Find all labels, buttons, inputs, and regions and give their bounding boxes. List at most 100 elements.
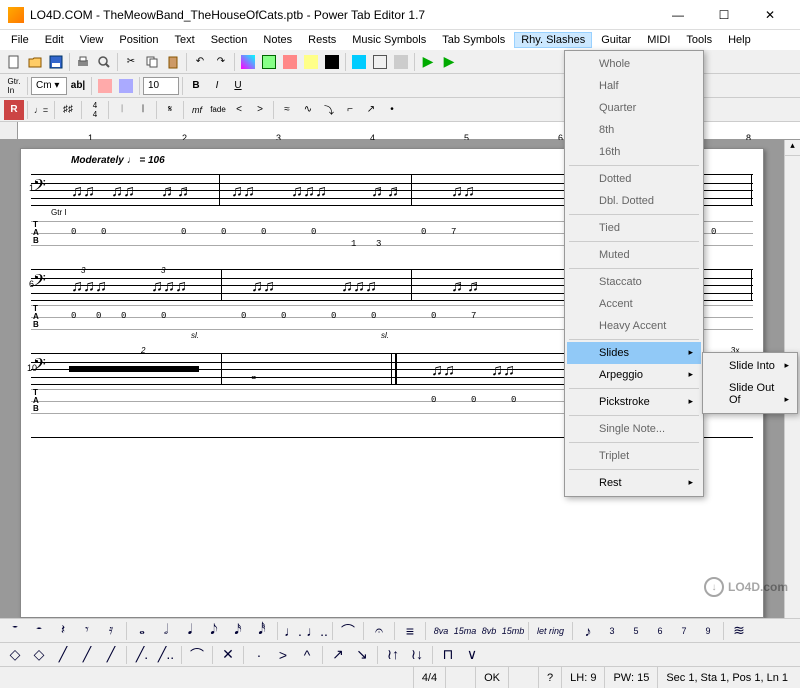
dynamic-mf-button[interactable]: mf <box>187 100 207 120</box>
tuplet7-button[interactable]: 7 <box>673 621 695 641</box>
slash-heavyaccent-button[interactable]: ^ <box>296 645 318 665</box>
tool-f-button[interactable] <box>349 52 369 72</box>
15mb-button[interactable]: 15mb <box>502 621 524 641</box>
dd-half[interactable]: Half <box>567 75 701 97</box>
menu-view[interactable]: View <box>73 32 111 48</box>
sym2-button[interactable]: ∿ <box>298 100 318 120</box>
slash-slide1-button[interactable]: ↗ <box>327 645 349 665</box>
chord-combo[interactable]: Cm ▾ <box>31 77 67 95</box>
menu-tab-symbols[interactable]: Tab Symbols <box>435 32 512 48</box>
double-dotted-button[interactable]: ♩.. <box>306 621 328 641</box>
slash-eighth-button[interactable]: ╱ <box>76 645 98 665</box>
play-from-button[interactable]: ▶ <box>439 52 459 72</box>
eighth-rest-button[interactable]: 𝄾 <box>76 621 98 641</box>
menu-rhy-slashes[interactable]: Rhy. Slashes <box>514 32 592 48</box>
open-button[interactable] <box>25 52 45 72</box>
8va-button[interactable]: 8va <box>430 621 452 641</box>
dd-triplet[interactable]: Triplet <box>567 445 701 467</box>
sixteenth-note-button[interactable]: 𝅘𝅥𝅯 <box>227 621 249 641</box>
tremolo-button[interactable]: ≡ <box>399 621 421 641</box>
save-button[interactable] <box>46 52 66 72</box>
sym3-button[interactable]: ⤵ <box>319 100 339 120</box>
dd-heavy-accent[interactable]: Heavy Accent <box>567 315 701 337</box>
whole-rest-button[interactable]: 𝄻 <box>4 621 26 641</box>
chord-text-button[interactable]: ab| <box>68 76 88 96</box>
timesig-button[interactable]: 44 <box>85 100 105 120</box>
slash-ddotted-button[interactable]: ╱.. <box>155 645 177 665</box>
tool-a-button[interactable] <box>238 52 258 72</box>
slash-slide2-button[interactable]: ↘ <box>351 645 373 665</box>
dd-slides[interactable]: Slides <box>567 342 701 364</box>
close-button[interactable]: ✕ <box>748 1 792 29</box>
barline1-button[interactable]: 𝄀 <box>112 100 132 120</box>
menu-tools[interactable]: Tools <box>679 32 719 48</box>
quarter-rest-button[interactable]: 𝄽 <box>52 621 74 641</box>
font-a-button[interactable] <box>95 76 115 96</box>
scroll-up-button[interactable]: ▴ <box>785 140 800 156</box>
underline-button[interactable]: U <box>228 76 248 96</box>
menu-text[interactable]: Text <box>168 32 202 48</box>
dd-dotted[interactable]: Dotted <box>567 168 701 190</box>
menu-music-symbols[interactable]: Music Symbols <box>345 32 433 48</box>
slash-16th-button[interactable]: ╱ <box>100 645 122 665</box>
slash-arp-up-button[interactable]: ≀↑ <box>382 645 404 665</box>
half-note-button[interactable]: 𝅗𝅥 <box>155 621 177 641</box>
sym6-button[interactable]: • <box>382 100 402 120</box>
slash-mute-button[interactable]: ✕ <box>217 645 239 665</box>
decresc-button[interactable]: > <box>250 100 270 120</box>
half-rest-button[interactable]: 𝄼 <box>28 621 50 641</box>
menu-edit[interactable]: Edit <box>38 32 71 48</box>
tool-g-button[interactable] <box>370 52 390 72</box>
let-ring-button[interactable]: let ring <box>533 621 568 641</box>
bold-button[interactable]: B <box>186 76 206 96</box>
dd-arpeggio[interactable]: Arpeggio <box>567 364 701 386</box>
menu-position[interactable]: Position <box>112 32 165 48</box>
slash-pick-up-button[interactable]: ∨ <box>461 645 483 665</box>
sub-slide-into[interactable]: Slide Into <box>705 355 795 377</box>
minimize-button[interactable]: — <box>656 1 700 29</box>
tool-h-button[interactable] <box>391 52 411 72</box>
menu-rests[interactable]: Rests <box>301 32 343 48</box>
r-button[interactable]: R <box>4 100 24 120</box>
italic-button[interactable]: I <box>207 76 227 96</box>
dd-muted[interactable]: Muted <box>567 244 701 266</box>
tool-b-button[interactable] <box>259 52 279 72</box>
tool-c-button[interactable] <box>280 52 300 72</box>
grace-button[interactable]: ♪ <box>577 621 599 641</box>
slash-arp-down-button[interactable]: ≀↓ <box>406 645 428 665</box>
slash-half-button[interactable]: ◇ <box>28 645 50 665</box>
menu-notes[interactable]: Notes <box>256 32 299 48</box>
slash-accent-button[interactable]: > <box>272 645 294 665</box>
tuplet6-button[interactable]: 6 <box>649 621 671 641</box>
slash-staccato-button[interactable]: · <box>248 645 270 665</box>
slash-pick-down-button[interactable]: ⊓ <box>437 645 459 665</box>
slash-dotted-button[interactable]: ╱. <box>131 645 153 665</box>
dd-staccato[interactable]: Staccato <box>567 271 701 293</box>
quarter-note-button[interactable]: 𝅘𝅥 <box>179 621 201 641</box>
dd-whole[interactable]: Whole <box>567 53 701 75</box>
dd-pickstroke[interactable]: Pickstroke <box>567 391 701 413</box>
dd-dbl-dotted[interactable]: Dbl. Dotted <box>567 190 701 212</box>
tool-e-button[interactable] <box>322 52 342 72</box>
guitar-in-button[interactable]: Gtr.In <box>4 76 24 96</box>
undo-button[interactable]: ↶ <box>190 52 210 72</box>
slash-whole-button[interactable]: ◇ <box>4 645 26 665</box>
tool-d-button[interactable] <box>301 52 321 72</box>
sub-slide-out-of[interactable]: Slide Out Of <box>705 377 795 411</box>
thirtysecond-note-button[interactable]: 𝅘𝅥𝅰 <box>251 621 273 641</box>
dd-single-note[interactable]: Single Note... <box>567 418 701 440</box>
barline2-button[interactable]: 𝄁 <box>133 100 153 120</box>
dotted-button[interactable]: ♩. <box>282 621 304 641</box>
menu-section[interactable]: Section <box>204 32 255 48</box>
dir1-button[interactable]: 𝄋 <box>160 100 180 120</box>
paste-button[interactable] <box>163 52 183 72</box>
dd-rest[interactable]: Rest <box>567 472 701 494</box>
tuplet5-button[interactable]: 5 <box>625 621 647 641</box>
8vb-button[interactable]: 8vb <box>478 621 500 641</box>
dd-accent[interactable]: Accent <box>567 293 701 315</box>
sym5-button[interactable]: ↗ <box>361 100 381 120</box>
15ma-button[interactable]: 15ma <box>454 621 476 641</box>
dd-tied[interactable]: Tied <box>567 217 701 239</box>
print-button[interactable] <box>73 52 93 72</box>
sixteenth-rest-button[interactable]: 𝄿 <box>100 621 122 641</box>
